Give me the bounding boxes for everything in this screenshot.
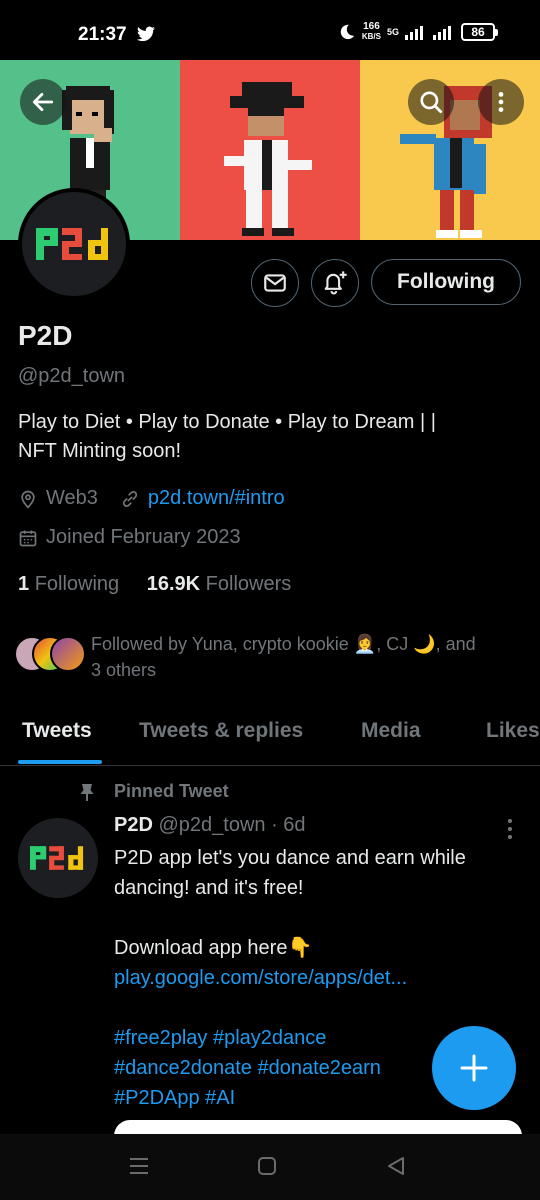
followers-count-link[interactable]: 16.9K Followers xyxy=(147,573,292,595)
status-time: 21:37 xyxy=(78,24,127,45)
location-text: Web3 xyxy=(46,487,98,509)
signal-icon xyxy=(405,24,423,40)
profile-tabs: Tweets Tweets & replies Media Likes xyxy=(0,706,540,766)
back-triangle-icon xyxy=(388,1157,404,1175)
notifications-button[interactable] xyxy=(311,259,359,307)
active-tab-indicator xyxy=(18,760,102,764)
website-link[interactable]: p2d.town/#intro xyxy=(148,487,285,510)
back-nav-button[interactable] xyxy=(386,1156,406,1181)
message-button[interactable] xyxy=(251,259,299,307)
tweet-time: · 6d xyxy=(271,814,306,836)
home-square-icon xyxy=(258,1157,276,1175)
banner-panel-red xyxy=(180,60,360,240)
pixel-character-2 xyxy=(224,82,312,236)
search-icon xyxy=(420,91,443,114)
more-vertical-icon xyxy=(498,92,504,112)
tweet-author-name[interactable]: P2D xyxy=(114,814,153,836)
tab-tweets-replies[interactable]: Tweets & replies xyxy=(139,719,303,743)
p2d-logo-small xyxy=(30,846,84,870)
compose-tweet-button[interactable] xyxy=(432,1026,516,1110)
battery-icon: 86 xyxy=(461,23,498,41)
system-nav-bar xyxy=(0,1134,540,1200)
tweet-more-button[interactable] xyxy=(506,818,514,845)
plus-icon xyxy=(460,1054,488,1082)
envelope-icon xyxy=(264,274,286,292)
status-indicators: 166 KB/S 5G 86 xyxy=(338,22,498,42)
following-button[interactable]: Following xyxy=(371,259,521,305)
profile-handle: @p2d_town xyxy=(18,365,126,387)
home-button[interactable] xyxy=(257,1156,277,1181)
profile-avatar[interactable] xyxy=(18,188,130,300)
tweet-author-handle: @p2d_town xyxy=(158,814,266,836)
pinned-label: Pinned Tweet xyxy=(78,781,229,802)
menu-icon xyxy=(130,1158,148,1174)
bio-line-2: NFT Minting soon! xyxy=(18,440,182,462)
followed-by-text[interactable]: Followed by Yuna, crypto kookie 👩‍💼, CJ … xyxy=(91,631,521,683)
network-type: 5G xyxy=(386,27,399,37)
tweet-link[interactable]: play.google.com/store/apps/det... xyxy=(114,963,534,993)
bell-plus-icon xyxy=(324,271,347,295)
tab-tweets[interactable]: Tweets xyxy=(22,719,92,743)
more-vertical-icon xyxy=(508,819,512,839)
joined-text: Joined February 2023 xyxy=(46,526,241,548)
profile-bio: Play to Diet • Play to Donate • Play to … xyxy=(18,408,518,466)
follow-counts: 1 Following 16.9K Followers xyxy=(18,573,291,596)
more-options-button[interactable] xyxy=(478,79,524,125)
tab-media[interactable]: Media xyxy=(361,719,421,743)
profile-meta-joined: Joined February 2023 xyxy=(18,526,241,549)
pin-icon xyxy=(78,782,114,802)
net-speed: 166 KB/S xyxy=(361,21,381,42)
followed-by-avatars[interactable] xyxy=(14,636,86,676)
moon-icon xyxy=(340,24,355,40)
link-icon xyxy=(120,489,140,509)
tweet-author-avatar[interactable] xyxy=(18,818,98,898)
back-arrow-icon xyxy=(32,93,54,111)
location-pin-icon xyxy=(18,489,38,509)
back-button[interactable] xyxy=(20,79,66,125)
profile-name: P2D xyxy=(18,320,73,351)
recents-button[interactable] xyxy=(128,1156,150,1181)
following-count-link[interactable]: 1 Following xyxy=(18,573,119,595)
twitter-bird-icon xyxy=(137,26,155,47)
calendar-icon xyxy=(18,528,38,548)
bio-line-1: Play to Diet • Play to Donate • Play to … xyxy=(18,411,436,433)
signal-icon-2 xyxy=(433,24,451,40)
follower-avatar-3 xyxy=(50,636,86,672)
profile-meta-location: Web3 p2d.town/#intro xyxy=(18,487,285,510)
search-button[interactable] xyxy=(408,79,454,125)
tweet-header: P2D @p2d_town · 6d xyxy=(114,814,306,837)
status-bar: 21:37 166 KB/S 5G 86 xyxy=(0,0,540,60)
p2d-logo xyxy=(36,228,108,260)
tab-likes[interactable]: Likes xyxy=(486,719,540,743)
